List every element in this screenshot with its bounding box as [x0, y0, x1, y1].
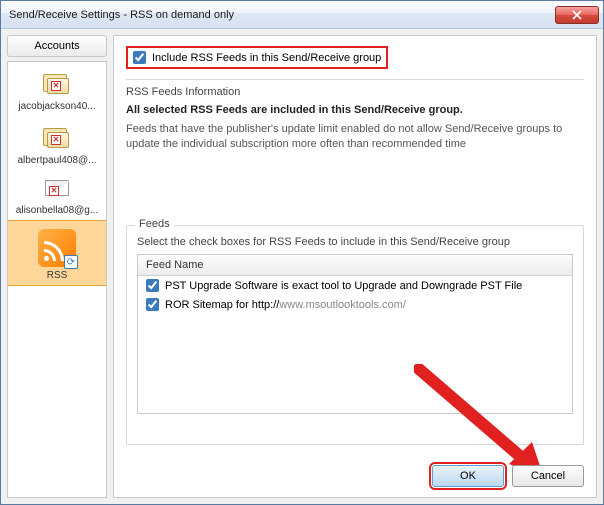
- dialog-window: Send/Receive Settings - RSS on demand on…: [0, 0, 604, 505]
- window-title: Send/Receive Settings - RSS on demand on…: [9, 9, 555, 21]
- feed-column-header[interactable]: Feed Name: [138, 255, 572, 276]
- feeds-legend: Feeds: [135, 218, 174, 230]
- refresh-icon: ⟳: [64, 255, 78, 269]
- folder-icon: ✕: [41, 124, 73, 152]
- cancel-button[interactable]: Cancel: [512, 465, 584, 487]
- dialog-buttons: OK Cancel: [432, 465, 584, 487]
- include-rss-checkbox[interactable]: [133, 51, 146, 64]
- envelope-icon: ✕: [41, 178, 73, 202]
- feed-row[interactable]: PST Upgrade Software is exact tool to Up…: [138, 276, 572, 295]
- folder-icon: ✕: [41, 70, 73, 98]
- close-button[interactable]: [555, 6, 599, 24]
- close-icon: [572, 10, 582, 20]
- account-item-rss[interactable]: ⟳ RSS: [8, 220, 106, 286]
- sidebar: Accounts ✕ jacobjackson40... ✕ albertpau…: [7, 35, 107, 498]
- account-item-albert[interactable]: ✕ albertpaul408@...: [8, 116, 106, 170]
- feed-name: ROR Sitemap for http://www.msoutlooktool…: [165, 299, 406, 311]
- sidebar-header: Accounts: [7, 35, 107, 57]
- account-label: albertpaul408@...: [17, 155, 96, 166]
- feed-checkbox[interactable]: [146, 279, 159, 292]
- ok-button[interactable]: OK: [432, 465, 504, 487]
- info-heading: RSS Feeds Information: [126, 86, 584, 98]
- titlebar: Send/Receive Settings - RSS on demand on…: [1, 1, 603, 29]
- account-item-jacob[interactable]: ✕ jacobjackson40...: [8, 62, 106, 116]
- feeds-group: Feeds Select the check boxes for RSS Fee…: [126, 225, 584, 445]
- accounts-list: ✕ jacobjackson40... ✕ albertpaul408@... …: [7, 61, 107, 498]
- feed-name: PST Upgrade Software is exact tool to Up…: [165, 280, 522, 292]
- include-rss-row: Include RSS Feeds in this Send/Receive g…: [126, 46, 388, 69]
- feeds-listbox: Feed Name PST Upgrade Software is exact …: [137, 254, 573, 414]
- account-label: RSS: [47, 270, 68, 281]
- content: Accounts ✕ jacobjackson40... ✕ albertpau…: [1, 29, 603, 504]
- include-rss-label: Include RSS Feeds in this Send/Receive g…: [152, 52, 381, 64]
- main-panel: Include RSS Feeds in this Send/Receive g…: [113, 35, 597, 498]
- info-bold: All selected RSS Feeds are included in t…: [126, 104, 584, 116]
- feed-row[interactable]: ROR Sitemap for http://www.msoutlooktool…: [138, 295, 572, 314]
- account-item-alison[interactable]: ✕ alisonbella08@g...: [8, 170, 106, 220]
- feed-checkbox[interactable]: [146, 298, 159, 311]
- feeds-instruction: Select the check boxes for RSS Feeds to …: [137, 236, 573, 248]
- account-label: alisonbella08@g...: [16, 205, 98, 216]
- divider: [126, 79, 584, 80]
- info-desc: Feeds that have the publisher's update l…: [126, 122, 584, 152]
- account-label: jacobjackson40...: [18, 101, 95, 112]
- rss-icon: ⟳: [38, 229, 76, 267]
